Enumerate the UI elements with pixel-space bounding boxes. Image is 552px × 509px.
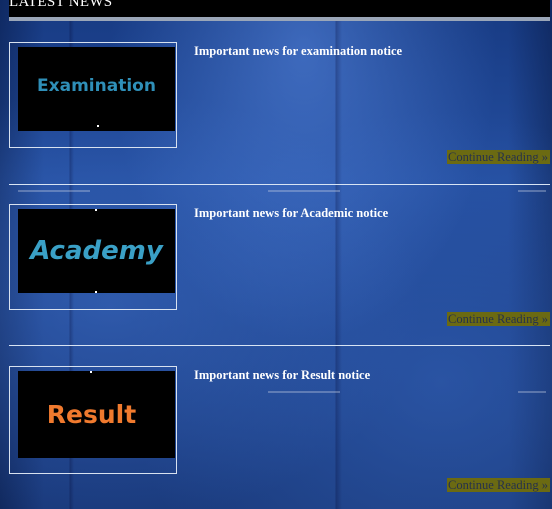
- section-title: LATEST NEWS: [9, 0, 113, 10]
- news-title-link[interactable]: Important news for Result notice: [194, 368, 370, 383]
- continue-reading-button[interactable]: Continue Reading »: [447, 478, 550, 492]
- thumbnail-label: Academy: [30, 236, 163, 266]
- section-header: LATEST NEWS: [9, 0, 550, 21]
- faint-text-strip: [268, 391, 340, 393]
- thumbnail-frame: Academy: [9, 204, 177, 310]
- news-title-link[interactable]: Important news for examination notice: [194, 44, 402, 59]
- news-item-academic: Academy Important news for Academic noti…: [9, 204, 550, 346]
- thumbnail-dot: [90, 371, 92, 373]
- news-thumbnail[interactable]: Result: [18, 371, 175, 458]
- news-thumbnail[interactable]: Academy: [18, 209, 175, 293]
- thumbnail-dot: [95, 209, 97, 211]
- faint-text-strip: [268, 190, 340, 192]
- news-thumbnail[interactable]: Examination: [18, 47, 175, 131]
- continue-reading-button[interactable]: Continue Reading »: [447, 150, 550, 164]
- news-page: LATEST NEWS Examination Important news f…: [0, 0, 552, 509]
- news-divider: [9, 345, 550, 346]
- news-divider: [9, 184, 550, 185]
- thumbnail-frame: Result: [9, 366, 177, 474]
- news-item-result: Result Important news for Result notice …: [9, 366, 550, 508]
- thumbnail-dot: [95, 291, 97, 293]
- faint-text-strip: [518, 391, 546, 393]
- continue-reading-button[interactable]: Continue Reading »: [447, 312, 550, 326]
- news-item-examination: Examination Important news for examinati…: [9, 42, 550, 184]
- faint-text-strip: [18, 190, 90, 192]
- faint-text-strip: [518, 190, 546, 192]
- thumbnail-label: Result: [46, 400, 137, 429]
- thumbnail-label: Examination: [37, 76, 156, 96]
- thumbnail-frame: Examination: [9, 42, 177, 148]
- thumbnail-dot: [97, 125, 99, 127]
- news-title-link[interactable]: Important news for Academic notice: [194, 206, 388, 221]
